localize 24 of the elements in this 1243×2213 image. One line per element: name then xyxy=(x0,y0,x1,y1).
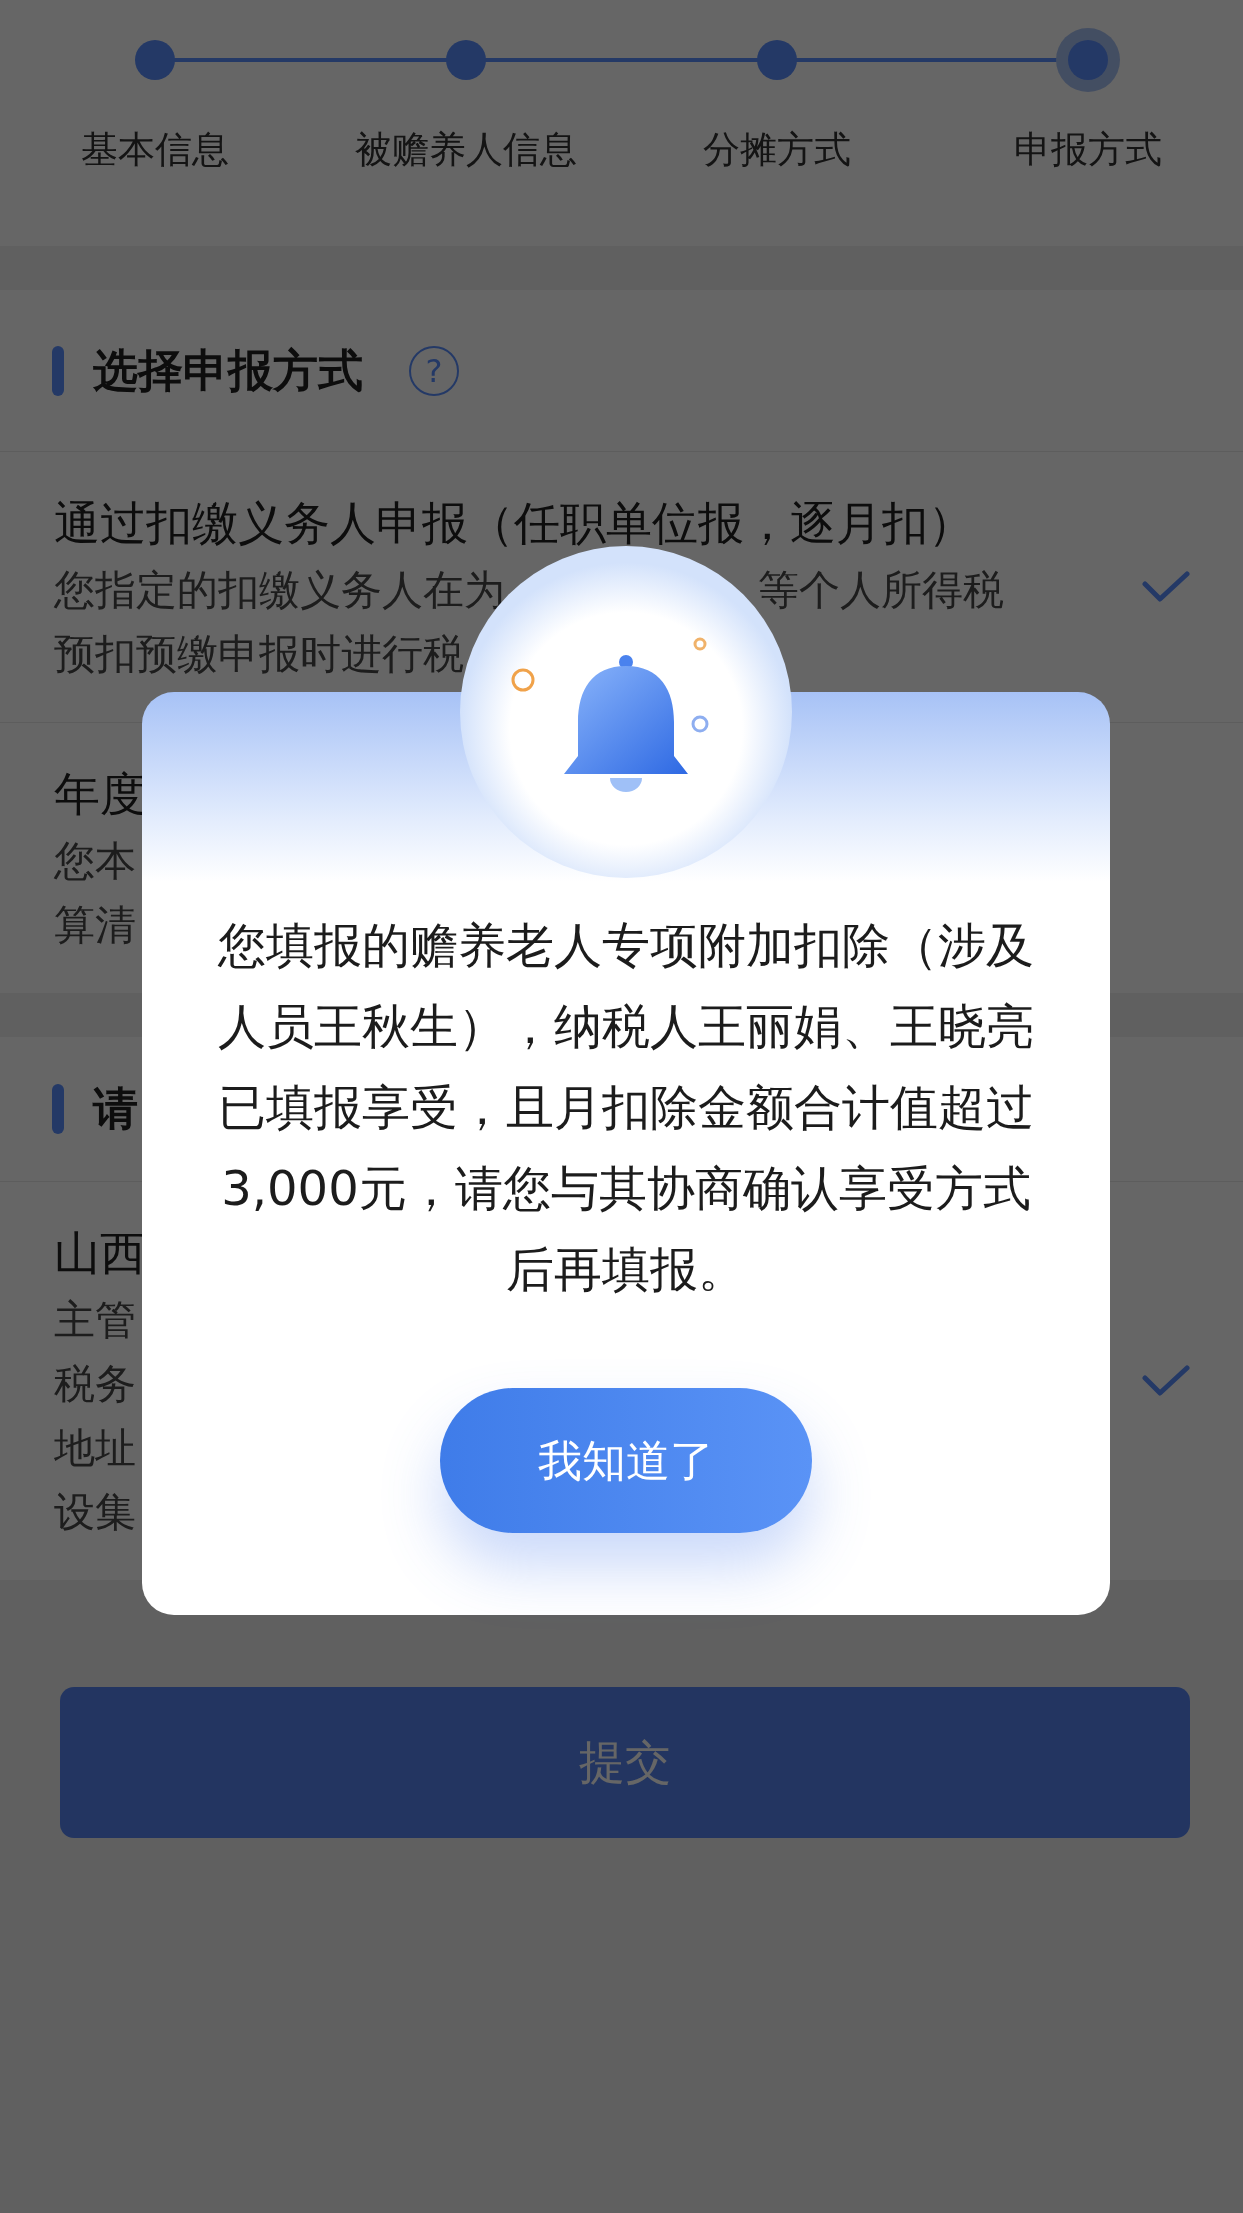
section-title: 请 xyxy=(93,1081,138,1138)
option-description: 主管 xyxy=(54,1295,136,1346)
option-description: 算清 xyxy=(54,900,136,951)
option-description: 预扣预缴申报时进行税 xyxy=(54,629,464,680)
option-description: 您指定的扣缴义务人在为 xyxy=(54,565,505,616)
option-description: 税务 xyxy=(54,1359,136,1410)
option-title: 通过扣缴义务人申报（任职单位报，逐月扣） xyxy=(54,495,974,552)
section-marker xyxy=(52,1084,64,1134)
option-description: 等个人所得税 xyxy=(758,565,1004,616)
option-title: 山西 xyxy=(54,1225,146,1282)
step-label: 基本信息 xyxy=(81,127,230,173)
step-label: 申报方式 xyxy=(1013,127,1162,173)
option-description: 地址 xyxy=(54,1423,136,1474)
option-description: 设集 xyxy=(54,1487,136,1538)
section-title: 选择申报方式 xyxy=(93,342,363,399)
confirm-button[interactable]: 我知道了 xyxy=(440,1388,812,1533)
help-button[interactable]: ? xyxy=(409,345,459,396)
option-description: 您本 xyxy=(54,836,136,887)
option-title: 年度 xyxy=(54,766,146,823)
step-label: 分摊方式 xyxy=(702,127,851,173)
dialog-message: 您填报的赡养老人专项附加扣除（涉及人员王秋生），纳税人王丽娟、王晓亮已填报享受，且月扣除金额合计值超过3,000元，请您与其协商确认享受方式后再填报。 xyxy=(217,916,1035,1299)
section-marker xyxy=(52,345,64,396)
step-label: 被赡养人信息 xyxy=(355,127,578,173)
submit-button[interactable]: 提交 xyxy=(60,1687,1190,1838)
